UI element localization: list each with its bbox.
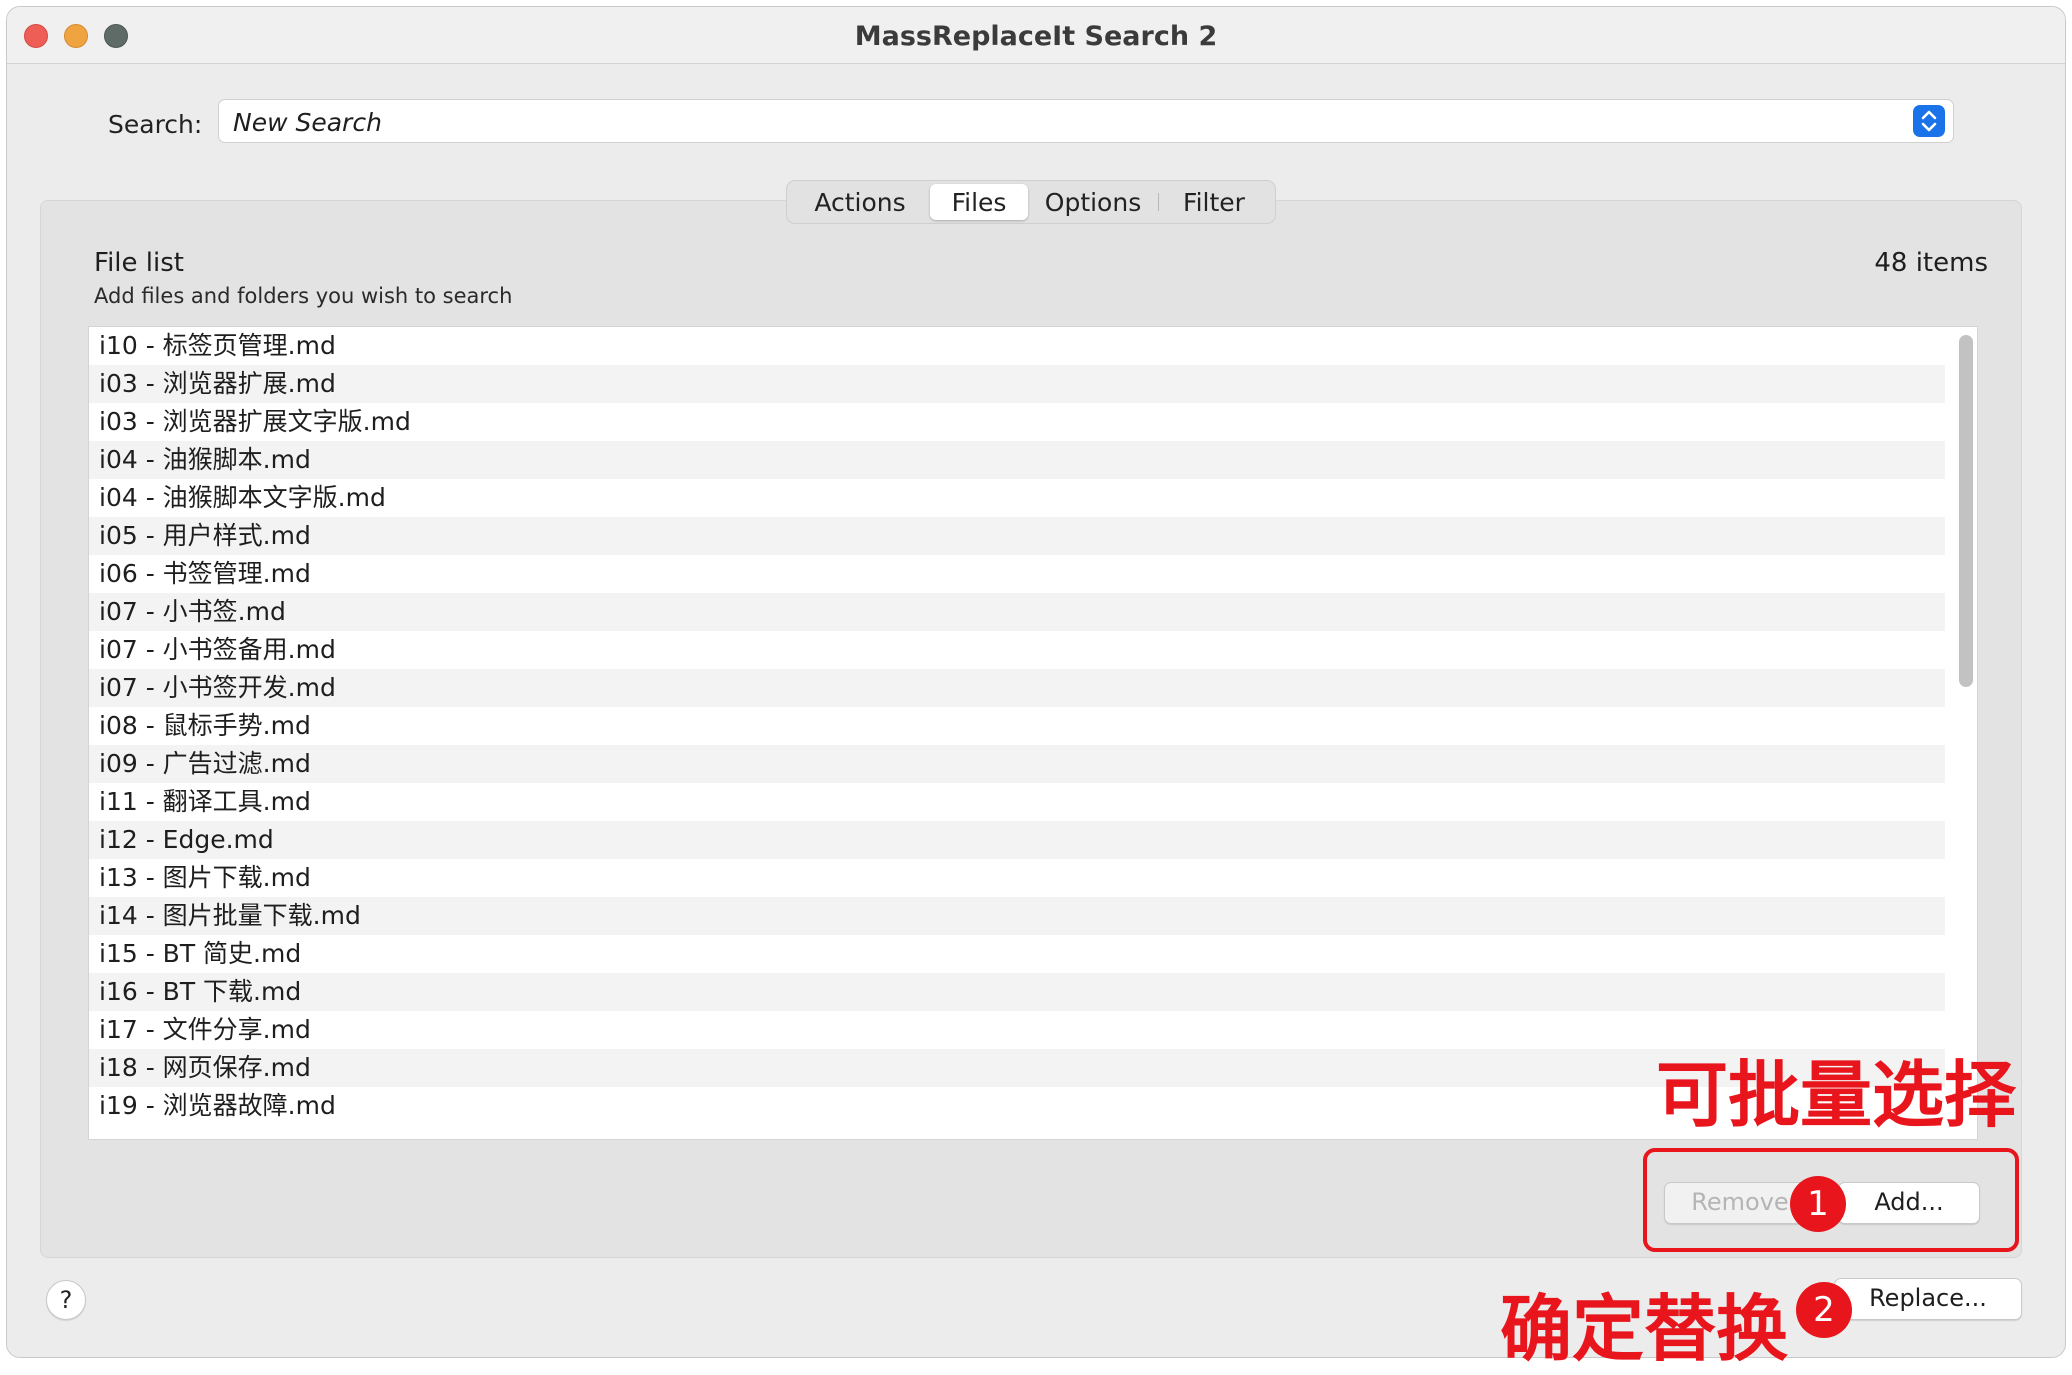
file-list-item[interactable]: i09 - 广告过滤.md [89, 745, 1945, 783]
replace-button[interactable]: Replace... [1834, 1278, 2022, 1320]
file-list-item[interactable]: i04 - 油猴脚本.md [89, 441, 1945, 479]
file-list[interactable]: i10 - 标签页管理.md i03 - 浏览器扩展.md i03 - 浏览器扩展文… [88, 326, 1978, 1140]
annotation-batch-select: 可批量选择 [1656, 1053, 2017, 1137]
file-list-item[interactable]: i15 - BT 简史.md [89, 935, 1945, 973]
file-list-item[interactable]: i07 - 小书签开发.md [89, 669, 1945, 707]
tab-files[interactable]: Files [930, 184, 1028, 220]
file-list-item[interactable]: i10 - 标签页管理.md [89, 327, 1945, 365]
file-list-item[interactable]: i03 - 浏览器扩展文字版.md [89, 403, 1945, 441]
file-list-item[interactable]: i13 - 图片下载.md [89, 859, 1945, 897]
help-button[interactable]: ? [46, 1280, 86, 1320]
search-select[interactable]: New Search [218, 99, 1954, 143]
title-bar: MassReplaceIt Search 2 [7, 7, 2065, 64]
file-list-item[interactable]: i11 - 翻译工具.md [89, 783, 1945, 821]
search-label: Search: [108, 110, 203, 139]
file-list-item[interactable]: i03 - 浏览器扩展.md [89, 365, 1945, 403]
file-list-item[interactable]: i07 - 小书签.md [89, 593, 1945, 631]
tab-filter[interactable]: Filter [1158, 184, 1270, 220]
annotation-step-2: 2 [1796, 1282, 1852, 1338]
file-list-item[interactable]: i08 - 鼠标手势.md [89, 707, 1945, 745]
annotation-confirm-replace: 确定替换 [1500, 1287, 1789, 1371]
window-title: MassReplaceIt Search 2 [854, 21, 1218, 52]
item-count: 48 items [1874, 248, 1988, 278]
select-stepper-icon[interactable] [1913, 105, 1945, 137]
tab-bar: Actions Files Options Filter [786, 180, 1276, 224]
file-list-item[interactable]: i06 - 书签管理.md [89, 555, 1945, 593]
file-list-subtitle: Add files and folders you wish to search [94, 284, 513, 308]
file-list-item[interactable]: i07 - 小书签备用.md [89, 631, 1945, 669]
annotation-step-1: 1 [1790, 1176, 1846, 1232]
file-list-item[interactable]: i04 - 油猴脚本文字版.md [89, 479, 1945, 517]
file-list-item[interactable]: i05 - 用户样式.md [89, 517, 1945, 555]
tab-options[interactable]: Options [1028, 184, 1158, 220]
file-list-item[interactable]: i12 - Edge.md [89, 821, 1945, 859]
search-value: New Search [233, 108, 382, 137]
file-list-rows: i10 - 标签页管理.md i03 - 浏览器扩展.md i03 - 浏览器扩展文… [89, 327, 1977, 1125]
vertical-scrollbar[interactable] [1959, 335, 1973, 687]
file-list-title: File list [94, 248, 184, 278]
tab-actions[interactable]: Actions [790, 184, 930, 220]
file-list-item[interactable]: i14 - 图片批量下载.md [89, 897, 1945, 935]
file-list-item[interactable]: i16 - BT 下载.md [89, 973, 1945, 1011]
